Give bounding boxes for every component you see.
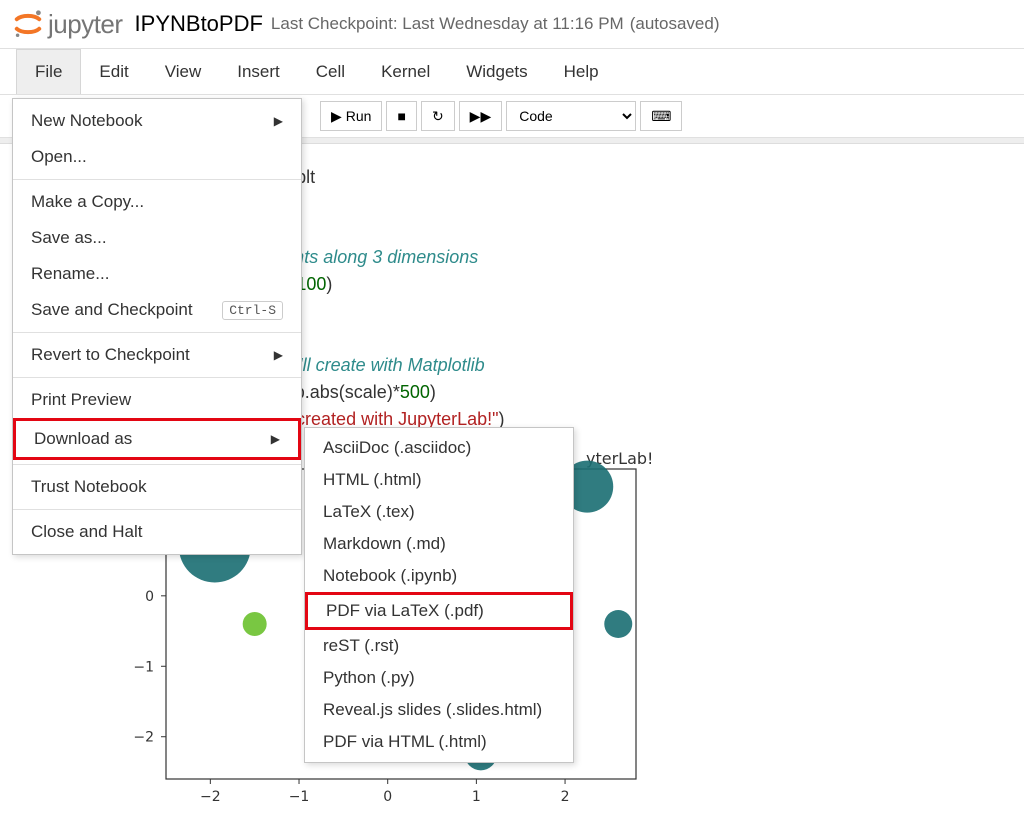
menu-widgets[interactable]: Widgets (448, 50, 545, 94)
download-pdf-latex[interactable]: PDF via LaTeX (.pdf) (305, 592, 573, 630)
cell-type-select[interactable]: Code (506, 101, 636, 131)
stop-icon: ■ (397, 108, 405, 124)
logo[interactable]: jupyter (12, 8, 123, 40)
file-revert-checkpoint[interactable]: Revert to Checkpoint▶ (13, 337, 301, 373)
caret-right-icon: ▶ (271, 432, 280, 446)
menu-insert[interactable]: Insert (219, 50, 298, 94)
stop-button[interactable]: ■ (386, 101, 416, 131)
download-revealjs[interactable]: Reveal.js slides (.slides.html) (305, 694, 573, 726)
download-html[interactable]: HTML (.html) (305, 464, 573, 496)
fast-forward-button[interactable]: ▶▶ (459, 101, 503, 131)
svg-text:2: 2 (561, 789, 570, 805)
run-label: Run (346, 108, 372, 124)
download-python[interactable]: Python (.py) (305, 662, 573, 694)
svg-text:−2: −2 (200, 789, 221, 805)
menu-kernel[interactable]: Kernel (363, 50, 448, 94)
menu-separator (13, 179, 301, 180)
svg-text:0: 0 (383, 789, 392, 805)
menu-view[interactable]: View (147, 50, 220, 94)
header-bar: jupyter IPYNBtoPDF Last Checkpoint: Last… (0, 0, 1024, 49)
menu-separator (13, 509, 301, 510)
checkpoint-text: Last Checkpoint: Last Wednesday at 11:16… (271, 14, 624, 34)
jupyter-logo-icon (12, 8, 44, 40)
file-print-preview[interactable]: Print Preview (13, 382, 301, 418)
caret-right-icon: ▶ (274, 348, 283, 362)
file-open[interactable]: Open... (13, 139, 301, 175)
fast-forward-icon: ▶▶ (470, 108, 492, 125)
menu-separator (13, 377, 301, 378)
restart-button[interactable]: ↻ (421, 101, 455, 131)
play-icon: ▶ (331, 108, 342, 125)
download-pdf-html[interactable]: PDF via HTML (.html) (305, 726, 573, 758)
svg-text:−2: −2 (133, 730, 154, 746)
menu-separator (13, 332, 301, 333)
svg-text:0: 0 (145, 589, 154, 605)
download-markdown[interactable]: Markdown (.md) (305, 528, 573, 560)
menu-help[interactable]: Help (546, 50, 617, 94)
restart-icon: ↻ (432, 108, 444, 125)
file-close-halt[interactable]: Close and Halt (13, 514, 301, 550)
menu-cell[interactable]: Cell (298, 50, 363, 94)
svg-text:−1: −1 (133, 659, 154, 675)
menu-separator (13, 464, 301, 465)
download-rest[interactable]: reST (.rst) (305, 630, 573, 662)
download-as-submenu: AsciiDoc (.asciidoc) HTML (.html) LaTeX … (304, 427, 574, 763)
menubar: File Edit View Insert Cell Kernel Widget… (0, 49, 1024, 95)
download-asciidoc[interactable]: AsciiDoc (.asciidoc) (305, 432, 573, 464)
file-trust-notebook[interactable]: Trust Notebook (13, 469, 301, 505)
file-rename[interactable]: Rename... (13, 256, 301, 292)
shortcut-kbd: Ctrl-S (222, 301, 283, 320)
autosave-text: (autosaved) (630, 14, 720, 34)
logo-text: jupyter (48, 9, 123, 40)
menu-edit[interactable]: Edit (81, 50, 146, 94)
file-download-as[interactable]: Download as▶ (13, 418, 301, 460)
menu-file[interactable]: File (16, 49, 81, 94)
svg-text:1: 1 (472, 789, 481, 805)
file-make-copy[interactable]: Make a Copy... (13, 184, 301, 220)
notebook-name[interactable]: IPYNBtoPDF (135, 11, 263, 37)
download-latex[interactable]: LaTeX (.tex) (305, 496, 573, 528)
file-save-as[interactable]: Save as... (13, 220, 301, 256)
download-notebook[interactable]: Notebook (.ipynb) (305, 560, 573, 592)
caret-right-icon: ▶ (274, 114, 283, 128)
file-save-checkpoint[interactable]: Save and CheckpointCtrl-S (13, 292, 301, 328)
file-menu-dropdown: New Notebook▶ Open... Make a Copy... Sav… (12, 98, 302, 555)
run-button[interactable]: ▶ Run (320, 101, 382, 131)
keyboard-button[interactable]: ⌨ (640, 101, 682, 131)
file-new-notebook[interactable]: New Notebook▶ (13, 103, 301, 139)
keyboard-icon: ⌨ (651, 108, 671, 125)
svg-text:−1: −1 (289, 789, 310, 805)
